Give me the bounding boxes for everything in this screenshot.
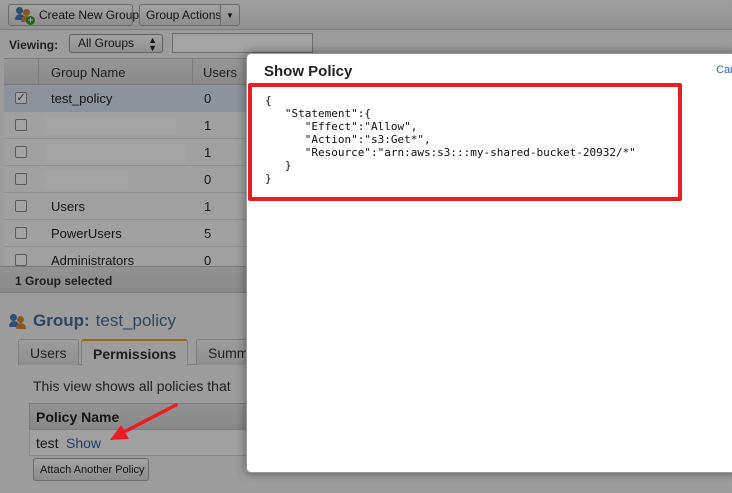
annotation-arrow-icon <box>110 403 178 440</box>
